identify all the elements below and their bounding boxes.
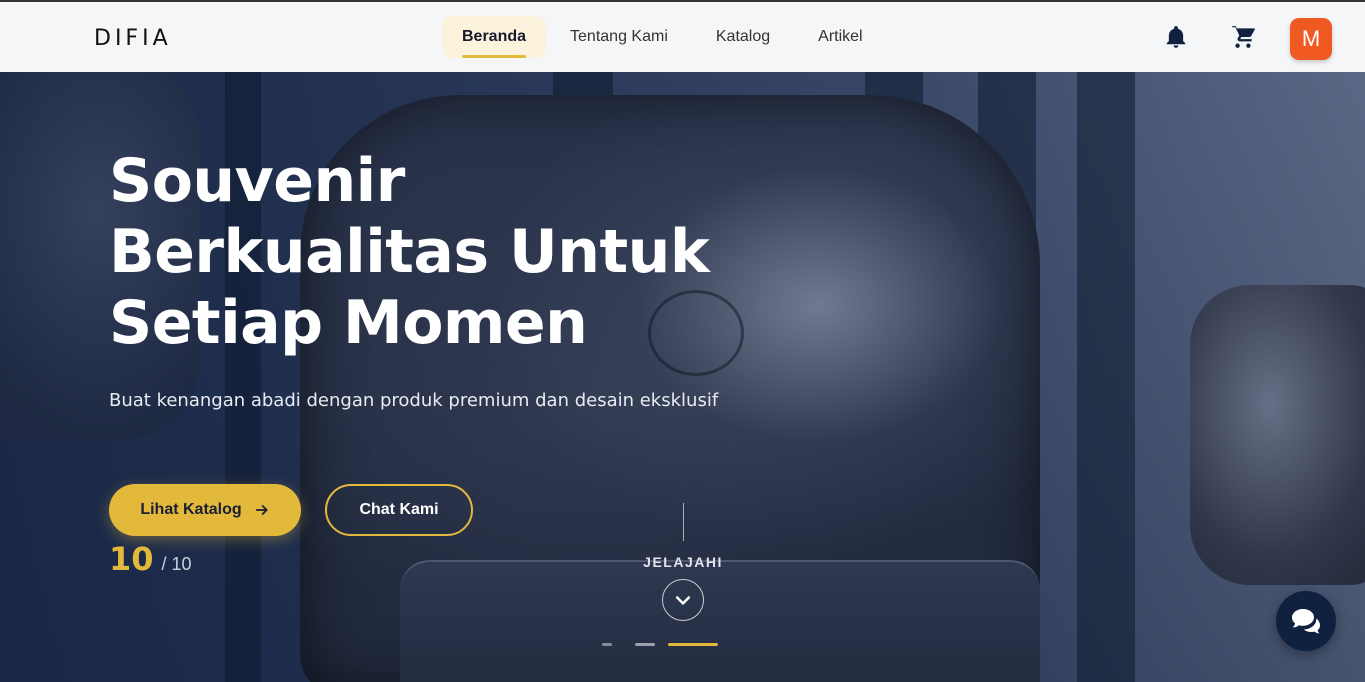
slide-indicator[interactable] [635,643,655,646]
hero-subtitle: Buat kenangan abadi dengan produk premiu… [109,390,719,411]
nav-item-tentang-kami[interactable]: Tentang Kami [546,16,692,58]
nav-item-artikel[interactable]: Artikel [794,16,886,58]
hero-bg-backpack-pocket [400,560,1040,682]
slide-indicator[interactable] [602,643,612,646]
nav-item-beranda[interactable]: Beranda [442,16,547,58]
chevron-down-icon [675,596,691,605]
hero-title: Souvenir Berkualitas Untuk Setiap Momen [109,146,809,359]
explore-divider [683,503,684,541]
slide-total: / 10 [161,554,192,574]
arrow-right-icon [255,505,268,515]
brand-logo[interactable]: DIFIA [94,26,172,51]
explore-label: JELAJAHI [643,554,723,570]
slide-current: 10 [109,540,154,578]
hero-title-line: Berkualitas Untuk [109,217,710,287]
slide-counter: 10 / 10 [109,540,192,578]
top-navbar: DIFIA Beranda Tentang Kami Katalog Artik… [0,0,1365,72]
hero-bg-bag-right [1190,285,1365,585]
chat-us-button[interactable]: Chat Kami [325,484,473,536]
scroll-down-button[interactable] [662,579,704,621]
view-catalog-label: Lihat Katalog [140,501,242,518]
hero-bg-stripe [1077,72,1135,682]
chat-fab-button[interactable] [1276,591,1336,651]
hero-title-line: Souvenir [109,146,405,216]
chat-bubbles-icon [1292,609,1320,634]
slide-indicator-active[interactable] [668,643,718,646]
cart-icon[interactable] [1230,24,1256,50]
bell-icon[interactable] [1163,24,1189,50]
nav-item-katalog[interactable]: Katalog [692,16,794,58]
view-catalog-button[interactable]: Lihat Katalog [109,484,301,536]
user-avatar[interactable]: M [1290,18,1332,60]
main-nav: Beranda Tentang Kami Katalog Artikel [442,16,887,58]
hero-title-line: Setiap Momen [109,288,588,358]
